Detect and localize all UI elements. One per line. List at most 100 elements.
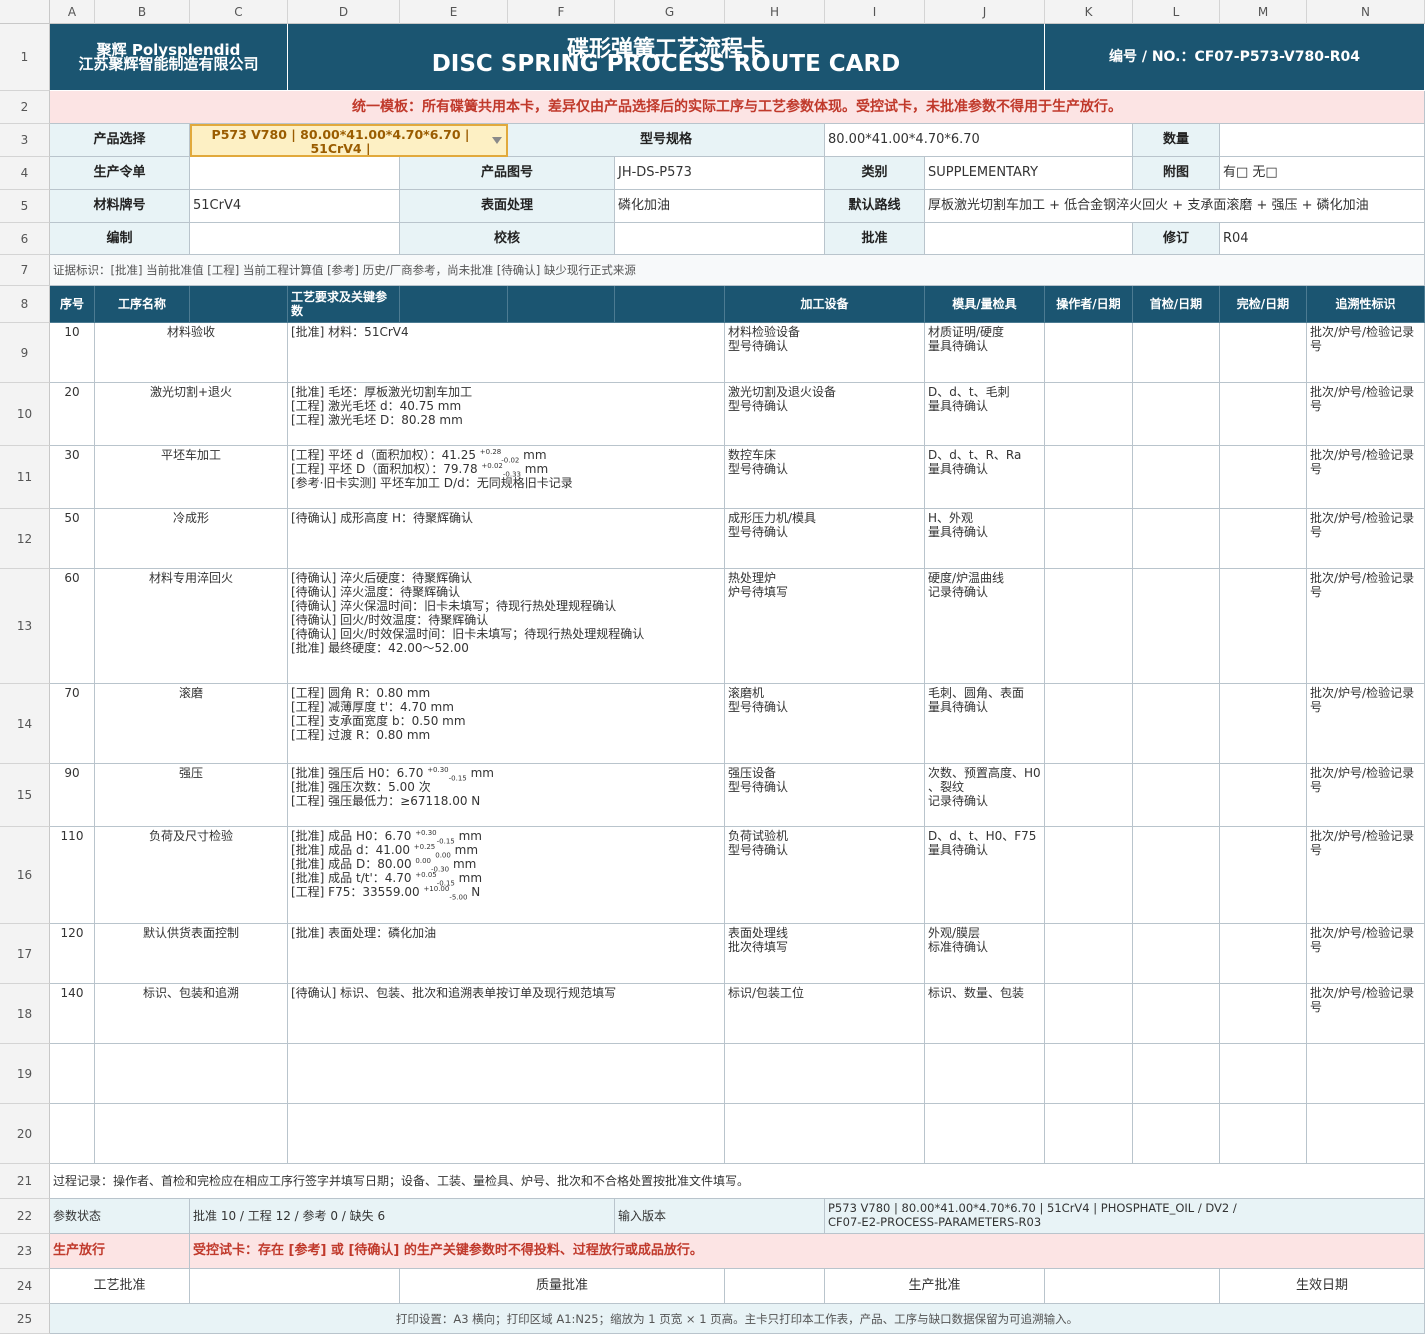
op-parameters[interactable]: [工程] 圆角 R：0.80 mm [工程] 减薄厚度 t'：4.70 mm [… [288,684,725,764]
row-header-22[interactable]: 22 [0,1199,50,1234]
value-checked-by[interactable] [615,223,825,255]
empty-params[interactable] [288,1044,725,1104]
op-traceability[interactable]: 批次/炉号/检验记录号 [1307,569,1425,684]
column-header-a[interactable]: A [50,0,95,24]
op-name[interactable]: 激光切割+退火 [95,383,288,446]
evidence-legend[interactable]: 证据标识：[批准] 当前批准值 [工程] 当前工程计算值 [参考] 历史/厂商参… [50,255,1425,286]
op-operator-date[interactable] [1045,827,1133,924]
op-first-check[interactable] [1133,383,1220,446]
op-equipment[interactable]: 材料检验设备 型号待确认 [725,323,925,383]
th-operation-name[interactable]: 工序名称 [95,286,190,323]
row-header-20[interactable]: 20 [0,1104,50,1164]
op-seq[interactable]: 30 [50,446,95,509]
value-category[interactable]: SUPPLEMENTARY [925,157,1133,190]
th-final-check-date[interactable]: 完检/日期 [1220,286,1307,323]
op-first-check[interactable] [1133,764,1220,827]
op-traceability[interactable]: 批次/炉号/检验记录号 [1307,446,1425,509]
label-attachment[interactable]: 附图 [1133,157,1220,190]
op-name[interactable]: 滚磨 [95,684,288,764]
th-blank-f[interactable] [508,286,615,323]
op-tooling[interactable]: 材质证明/硬度 量具待确认 [925,323,1045,383]
row-header-1[interactable]: 1 [0,24,50,91]
value-model-spec[interactable]: 80.00*41.00*4.70*6.70 [825,124,1133,157]
value-production-order[interactable] [190,157,400,190]
op-name[interactable]: 材料专用淬回火 [95,569,288,684]
op-operator-date[interactable] [1045,984,1133,1044]
label-checked-by[interactable]: 校核 [400,223,615,255]
op-parameters[interactable]: [待确认] 成形高度 H：待聚辉确认 [288,509,725,569]
chevron-down-icon[interactable] [492,137,502,144]
row-header-2[interactable]: 2 [0,91,50,124]
empty-trace[interactable] [1307,1044,1425,1104]
th-traceability[interactable]: 追溯性标识 [1307,286,1425,323]
document-number[interactable]: 编号 / NO.：CF07-P573-V780-R04 [1045,24,1425,91]
op-tooling[interactable]: 次数、预置高度、H0 、裂纹 记录待确认 [925,764,1045,827]
op-equipment[interactable]: 表面处理线 批次待填写 [725,924,925,984]
value-drawing-no[interactable]: JH-DS-P573 [615,157,825,190]
column-header-i[interactable]: I [825,0,925,24]
op-equipment[interactable]: 负荷试验机 型号待确认 [725,827,925,924]
empty-name[interactable] [95,1044,288,1104]
op-parameters[interactable]: [待确认] 淬火后硬度：待聚辉确认 [待确认] 淬火温度：待聚辉确认 [待确认]… [288,569,725,684]
op-seq[interactable]: 60 [50,569,95,684]
th-blank-g[interactable] [615,286,725,323]
column-header-k[interactable]: K [1045,0,1133,24]
op-parameters[interactable]: [批准] 强压后 H0：6.70 +0.30-0.15 mm [批准] 强压次数：… [288,764,725,827]
column-header-b[interactable]: B [95,0,190,24]
row-header-24[interactable]: 24 [0,1269,50,1304]
row-header-21[interactable]: 21 [0,1164,50,1199]
op-tooling[interactable]: H、外观 量具待确认 [925,509,1045,569]
op-seq[interactable]: 120 [50,924,95,984]
op-tooling[interactable]: D、d、t、毛刺 量具待确认 [925,383,1045,446]
label-default-route[interactable]: 默认路线 [825,190,925,223]
th-tooling[interactable]: 模具/量检具 [925,286,1045,323]
value-prepared-by[interactable] [190,223,400,255]
empty-equipment[interactable] [725,1044,925,1104]
row-header-10[interactable]: 10 [0,383,50,446]
value-approved-by[interactable] [925,223,1133,255]
row-header-3[interactable]: 3 [0,124,50,157]
op-traceability[interactable]: 批次/炉号/检验记录号 [1307,924,1425,984]
op-final-check[interactable] [1220,446,1307,509]
product-select-dropdown[interactable]: P573 V780 | 80.00*41.00*4.70*6.70 | 51Cr… [190,124,508,157]
op-operator-date[interactable] [1045,323,1133,383]
op-operator-date[interactable] [1045,509,1133,569]
op-first-check[interactable] [1133,827,1220,924]
op-operator-date[interactable] [1045,569,1133,684]
row-header-16[interactable]: 16 [0,827,50,924]
sign-quality-value[interactable] [725,1269,825,1304]
op-tooling[interactable]: 毛刺、圆角、表面 量具待确认 [925,684,1045,764]
op-parameters[interactable]: [批准] 表面处理：磷化加油 [288,924,725,984]
op-parameters[interactable]: [工程] 平坯 d（面积加权）：41.25 +0.28-0.02 mm [工程] … [288,446,725,509]
op-seq[interactable]: 20 [50,383,95,446]
op-name[interactable]: 材料验收 [95,323,288,383]
label-prepared-by[interactable]: 编制 [50,223,190,255]
op-seq[interactable]: 70 [50,684,95,764]
th-blank-e[interactable] [400,286,508,323]
op-tooling[interactable]: 外观/膜层 标准待确认 [925,924,1045,984]
empty-equipment[interactable] [725,1104,925,1164]
op-parameters[interactable]: [待确认] 标识、包装、批次和追溯表单按订单及现行规范填写 [288,984,725,1044]
sign-quality-approval[interactable]: 质量批准 [400,1269,725,1304]
column-header-l[interactable]: L [1133,0,1220,24]
row-header-4[interactable]: 4 [0,157,50,190]
value-quantity[interactable] [1220,124,1425,157]
op-traceability[interactable]: 批次/炉号/检验记录号 [1307,383,1425,446]
empty-final-check[interactable] [1220,1104,1307,1164]
column-header-f[interactable]: F [508,0,615,24]
title-cell[interactable]: 碟形弹簧工艺流程卡 DISC SPRING PROCESS ROUTE CARD [288,24,1045,91]
label-drawing-no[interactable]: 产品图号 [400,157,615,190]
th-first-check-date[interactable]: 首检/日期 [1133,286,1220,323]
sign-production-value[interactable] [1045,1269,1220,1304]
column-header-d[interactable]: D [288,0,400,24]
op-name[interactable]: 标识、包装和追溯 [95,984,288,1044]
empty-tooling[interactable] [925,1104,1045,1164]
column-header-c[interactable]: C [190,0,288,24]
op-traceability[interactable]: 批次/炉号/检验记录号 [1307,684,1425,764]
op-seq[interactable]: 90 [50,764,95,827]
op-traceability[interactable]: 批次/炉号/检验记录号 [1307,827,1425,924]
op-final-check[interactable] [1220,684,1307,764]
label-approved-by[interactable]: 批准 [825,223,925,255]
value-surface-treatment[interactable]: 磷化加油 [615,190,825,223]
label-model-spec[interactable]: 型号规格 [508,124,825,157]
